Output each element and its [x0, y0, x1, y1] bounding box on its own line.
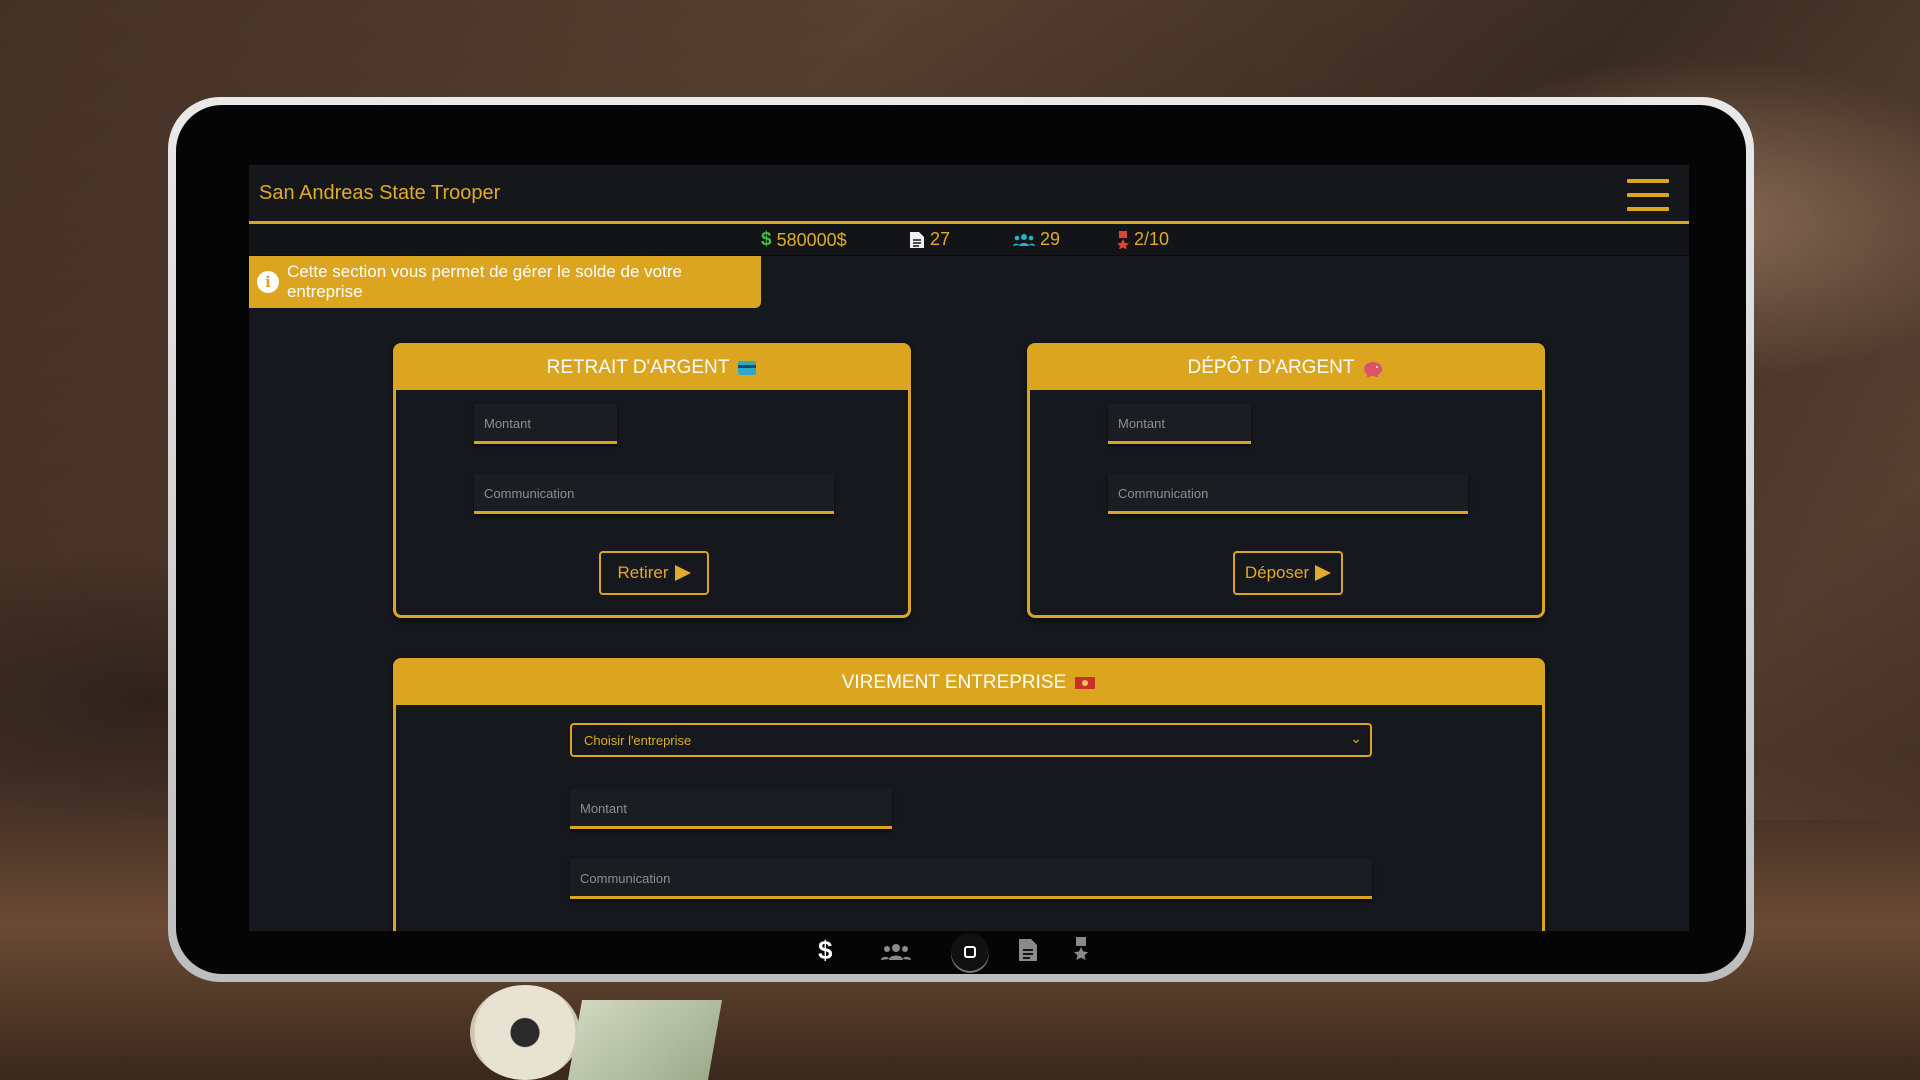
nav-document-icon[interactable] — [1018, 938, 1038, 962]
deposit-card: DÉPÔT D'ARGENT Montant Communication Dép… — [1027, 343, 1545, 618]
home-button[interactable] — [951, 933, 989, 971]
transfer-comment-field[interactable]: Communication — [570, 859, 1372, 899]
stat-documents-value: 27 — [930, 229, 951, 249]
background-cash-stack — [567, 1000, 723, 1080]
stat-money-value: 580000$ — [776, 229, 847, 250]
send-icon — [674, 565, 691, 581]
chevron-down-icon: ⌄ — [1350, 730, 1362, 746]
document-icon — [910, 231, 924, 248]
dollar-icon: $ — [761, 229, 772, 250]
tablet-frame: San Andreas State Trooper $ 580000$ 27 2… — [168, 97, 1754, 982]
withdraw-card: RETRAIT D'ARGENT Montant Communication R… — [393, 343, 911, 618]
company-select-label: Choisir l'entreprise — [584, 733, 692, 748]
stat-documents: 27 — [909, 229, 950, 250]
company-select[interactable]: Choisir l'entreprise ⌄ — [570, 723, 1372, 757]
medal-icon — [1117, 230, 1129, 249]
info-text: Cette section vous permet de gérer le so… — [286, 262, 682, 301]
nav-users-icon[interactable] — [881, 943, 911, 961]
piggy-bank-icon — [1364, 362, 1383, 377]
transfer-title: VIREMENT ENTREPRISE — [841, 672, 1067, 693]
withdraw-amount-field[interactable]: Montant — [474, 404, 617, 444]
deposit-amount-field[interactable]: Montant — [1108, 404, 1251, 444]
credit-card-icon — [738, 361, 757, 375]
app-header: San Andreas State Trooper — [249, 165, 1689, 224]
withdraw-title: RETRAIT D'ARGENT — [546, 357, 730, 378]
deposit-button[interactable]: Déposer — [1233, 551, 1343, 595]
withdraw-button-label: Retirer — [617, 563, 669, 582]
deposit-comment-field[interactable]: Communication — [1108, 474, 1468, 514]
stat-money: $ 580000$ — [761, 229, 847, 251]
deposit-button-label: Déposer — [1244, 563, 1310, 582]
nav-dollar-icon[interactable]: $ — [818, 935, 832, 966]
transfer-card-header: VIREMENT ENTREPRISE — [396, 661, 1542, 705]
deposit-card-header: DÉPÔT D'ARGENT — [1030, 346, 1542, 390]
stat-rank: 2/10 — [1117, 229, 1169, 250]
tablet-bezel: San Andreas State Trooper $ 580000$ 27 2… — [176, 105, 1746, 974]
transfer-card: VIREMENT ENTREPRISE Choisir l'entreprise… — [393, 658, 1545, 931]
send-icon — [1315, 565, 1332, 581]
nav-medal-icon[interactable] — [1074, 937, 1088, 961]
deposit-title: DÉPÔT D'ARGENT — [1187, 357, 1355, 378]
stat-members-value: 29 — [1040, 229, 1061, 249]
bottom-nav: $ — [176, 931, 1746, 974]
users-icon — [1013, 233, 1035, 246]
withdraw-button[interactable]: Retirer — [599, 551, 709, 595]
transfer-amount-field[interactable]: Montant — [570, 789, 892, 829]
menu-icon[interactable] — [1627, 179, 1669, 211]
withdraw-card-header: RETRAIT D'ARGENT — [396, 346, 908, 390]
withdraw-comment-field[interactable]: Communication — [474, 474, 834, 514]
stat-rank-value: 2/10 — [1134, 229, 1170, 249]
app-title: San Andreas State Trooper — [259, 181, 501, 204]
money-bill-icon — [1075, 677, 1096, 689]
info-banner: i Cette section vous permet de gérer le … — [249, 256, 761, 308]
stats-bar: $ 580000$ 27 29 2/10 — [249, 224, 1689, 256]
background-tape-roll — [470, 985, 580, 1080]
tablet-screen: San Andreas State Trooper $ 580000$ 27 2… — [249, 165, 1689, 931]
stat-members: 29 — [1013, 229, 1060, 250]
info-icon: i — [257, 271, 279, 293]
